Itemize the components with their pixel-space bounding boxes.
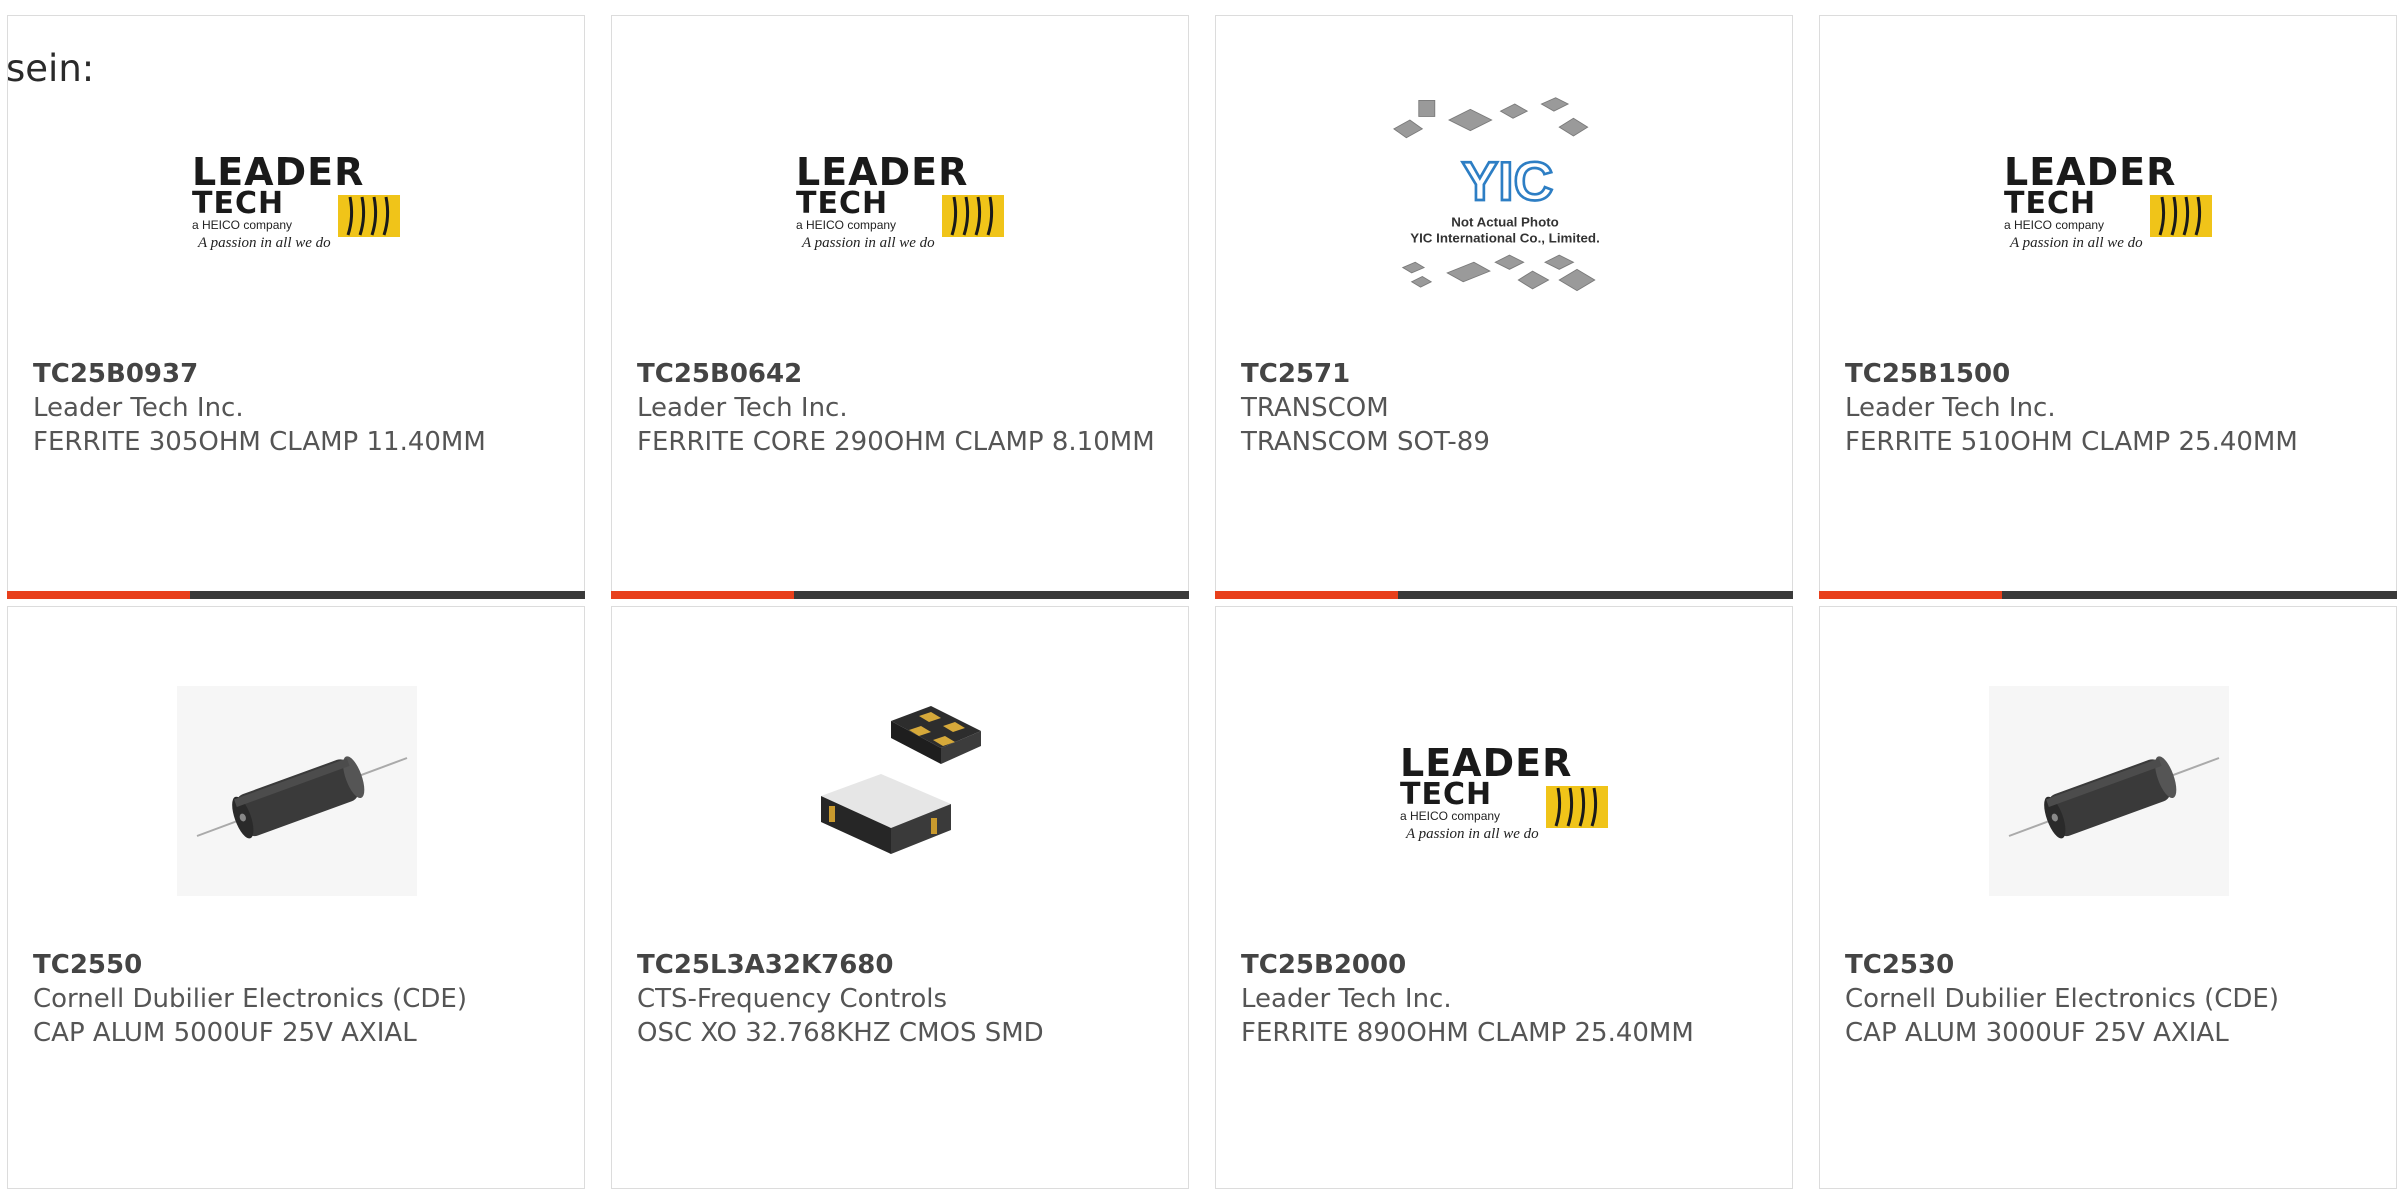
product-description: CAP ALUM 3000UF 25V AXIAL [1845, 1018, 2229, 1048]
product-info: TC2530 Cornell Dubilier Electronics (CDE)… [1845, 948, 2376, 1050]
product-image[interactable]: LEADER TECH a HEICO company A passion in… [177, 80, 417, 320]
product-description: CAP ALUM 5000UF 25V AXIAL [33, 1018, 417, 1048]
leader-tech-logo-line2: TECH [2004, 186, 2096, 221]
leader-tech-logo-line2: TECH [796, 186, 888, 221]
part-number-link[interactable]: TC25B0642 [637, 357, 1168, 391]
leader-tech-logo-tagline: a HEICO company [1400, 809, 1500, 823]
card-bottom-bar [611, 591, 1189, 599]
product-card[interactable]: LEADER TECH a HEICO company A passion in… [7, 15, 585, 599]
axial-capacitor-image [177, 686, 417, 896]
product-info: TC25L3A32K7680 CTS-Frequency Controls OSC … [637, 948, 1168, 1050]
leader-tech-logo-script: A passion in all we do [2009, 235, 2143, 251]
product-image[interactable]: LEADER TECH a HEICO company A passion in… [1989, 80, 2229, 320]
product-card[interactable]: LEADER TECH a HEICO company A passion in… [611, 15, 1189, 599]
leader-tech-logo-tagline: a HEICO company [192, 218, 292, 232]
part-number-link[interactable]: TC2550 [33, 948, 564, 982]
part-number-link[interactable]: TC25B0937 [33, 357, 564, 391]
manufacturer-name: Leader Tech Inc. [1241, 984, 1452, 1014]
product-card[interactable]: LEADER TECH a HEICO company A passion in… [1819, 15, 2397, 599]
card-bottom-bar [1819, 591, 2397, 599]
intro-text: sein: [6, 47, 95, 90]
product-card[interactable]: LEADER TECH a HEICO company A passion in… [1215, 606, 1793, 1189]
product-info: TC2550 Cornell Dubilier Electronics (CDE)… [33, 948, 564, 1050]
product-info: TC25B0937 Leader Tech Inc. FERRITE 305OHM … [33, 357, 564, 459]
product-info: TC25B1500 Leader Tech Inc. FERRITE 510OHM … [1845, 357, 2376, 459]
leader-tech-logo-script: A passion in all we do [197, 235, 331, 251]
leader-tech-logo: LEADER TECH a HEICO company A passion in… [1400, 741, 1608, 842]
axial-capacitor-image [1989, 686, 2229, 896]
manufacturer-name: Cornell Dubilier Electronics (CDE) [1845, 984, 2279, 1014]
card-accent-bar [7, 591, 190, 599]
product-image[interactable] [1989, 671, 2229, 911]
leader-tech-logo-script: A passion in all we do [1405, 826, 1539, 842]
manufacturer-name: CTS-Frequency Controls [637, 984, 948, 1014]
part-number-link[interactable]: TC2571 [1241, 357, 1772, 391]
card-bottom-bar [7, 591, 585, 599]
product-image[interactable] [177, 671, 417, 911]
product-info: TC25B0642 Leader Tech Inc. FERRITE CORE 29… [637, 357, 1168, 459]
card-accent-bar [611, 591, 794, 599]
manufacturer-name: Leader Tech Inc. [1845, 393, 2056, 423]
manufacturer-name: TRANSCOM [1241, 393, 1389, 423]
leader-tech-logo-tagline: a HEICO company [2004, 218, 2104, 232]
product-description: OSC XO 32.768KHZ CMOS SMD [637, 1018, 1044, 1048]
card-accent-bar [1819, 591, 2002, 599]
product-image[interactable] [781, 671, 1021, 911]
product-description: FERRITE 890OHM CLAMP 25.40MM [1241, 1018, 1694, 1048]
card-accent-bar [1215, 591, 1398, 599]
leader-tech-logo-tagline: a HEICO company [796, 218, 896, 232]
part-number-link[interactable]: TC25L3A32K7680 [637, 948, 1168, 982]
product-description: TRANSCOM SOT-89 [1241, 427, 1490, 457]
leader-tech-logo: LEADER TECH a HEICO company A passion in… [2004, 150, 2212, 251]
product-image[interactable]: LEADER TECH a HEICO company A passion in… [1385, 671, 1625, 911]
product-description: FERRITE CORE 290OHM CLAMP 8.10MM [637, 427, 1155, 457]
smd-oscillator-image [821, 706, 981, 854]
product-info: TC25B2000 Leader Tech Inc. FERRITE 890OHM … [1241, 948, 1772, 1050]
leader-tech-logo-line2: TECH [192, 186, 284, 221]
part-number-link[interactable]: TC2530 [1845, 948, 2376, 982]
product-image[interactable]: LEADER TECH a HEICO company A passion in… [781, 80, 1021, 320]
product-image[interactable]: YIC Not Actual Photo YIC International C… [1385, 80, 1625, 320]
manufacturer-name: Leader Tech Inc. [33, 393, 244, 423]
product-card[interactable]: YIC Not Actual Photo YIC International C… [1215, 15, 1793, 599]
yic-caption-line1: Not Actual Photo [1451, 215, 1559, 230]
manufacturer-name: Leader Tech Inc. [637, 393, 848, 423]
product-description: FERRITE 305OHM CLAMP 11.40MM [33, 427, 486, 457]
product-card[interactable]: TC25L3A32K7680 CTS-Frequency Controls OSC … [611, 606, 1189, 1189]
leader-tech-logo-line2: TECH [1400, 777, 1492, 812]
yic-not-actual-photo: YIC Not Actual Photo YIC International C… [1393, 97, 1600, 292]
product-info: TC2571 TRANSCOM TRANSCOM SOT-89 [1241, 357, 1772, 459]
yic-mark: YIC [1461, 150, 1553, 212]
part-number-link[interactable]: TC25B2000 [1241, 948, 1772, 982]
card-bottom-bar [1215, 591, 1793, 599]
leader-tech-logo: LEADER TECH a HEICO company A passion in… [796, 150, 1004, 251]
product-card[interactable]: TC2530 Cornell Dubilier Electronics (CDE)… [1819, 606, 2397, 1189]
product-description: FERRITE 510OHM CLAMP 25.40MM [1845, 427, 2298, 457]
product-card[interactable]: TC2550 Cornell Dubilier Electronics (CDE)… [7, 606, 585, 1189]
part-number-link[interactable]: TC25B1500 [1845, 357, 2376, 391]
yic-caption-line2: YIC International Co., Limited. [1410, 231, 1600, 246]
manufacturer-name: Cornell Dubilier Electronics (CDE) [33, 984, 467, 1014]
leader-tech-logo: LEADER TECH a HEICO company A passion in… [192, 150, 400, 251]
leader-tech-logo-script: A passion in all we do [801, 235, 935, 251]
